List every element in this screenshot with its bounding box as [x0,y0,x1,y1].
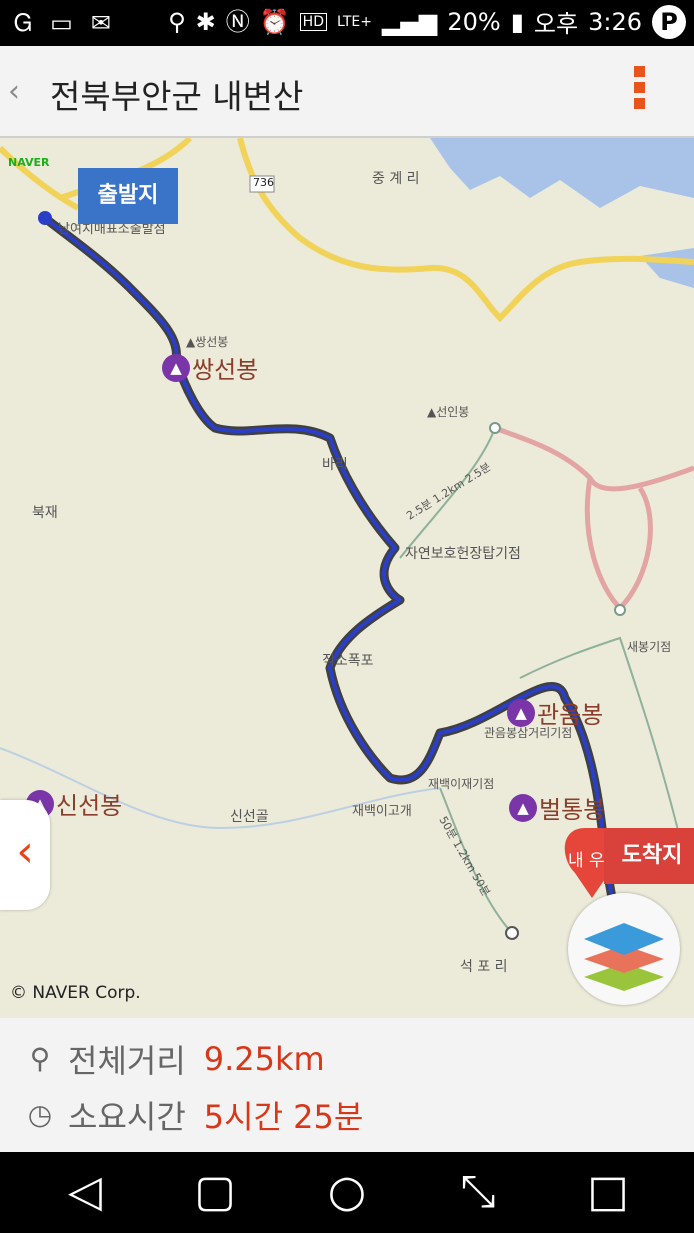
place-label: 내 우 [568,851,605,871]
peak-name: 쌍선봉 [192,356,259,384]
road-number: 736 [253,176,274,189]
peak-name: 관음봉 [537,701,604,729]
trail-pink [584,477,653,612]
nav-collapse-button[interactable]: ⤡ [448,1162,508,1222]
page-title: 전북부안군 내변산 [50,77,304,116]
location-icon: ⚲ [168,7,186,36]
layers-button[interactable] [568,893,680,1005]
place-label: ▲쌍선봉 [186,335,229,349]
layers-icon [584,923,664,991]
place-label: 중 계 리 [372,171,420,187]
alarm-icon: ⏰ [259,7,290,36]
distance-value: 9.25km [203,1040,325,1078]
mountain-icon: ▲ [507,698,535,727]
place-label: 신선골 [230,809,269,825]
trail-node [614,604,626,616]
trail-pink [494,425,694,492]
hd-icon: HD [299,12,327,31]
route-pin-icon: ⚲ [29,1042,51,1075]
place-label: 자연보호헌장탑기점 [405,546,521,562]
place-label: 재백이고개 [352,804,412,819]
p-badge-icon: P [652,4,686,39]
time-label: 소요시간 [68,1098,186,1136]
nfc-icon: Ⓝ [225,7,250,36]
mountain-icon: ▲ [162,353,190,382]
map-copyright: © NAVER Corp. [10,983,141,1003]
time-prefix: 오후 [533,10,579,38]
network-type: LTE+ [336,13,372,30]
start-marker[interactable]: 출발지 [78,168,178,224]
place-label: 석 포 리 [460,959,508,975]
clock: 3:26 [588,7,642,36]
clock-icon: ◷ [27,1098,53,1131]
end-marker[interactable]: 도착지 [604,828,694,884]
status-left-icons: Ꮐ ▭ ✉ [14,6,111,40]
nav-back-button[interactable]: ◁ [55,1162,115,1222]
menu-dot [634,82,645,93]
place-label: 북재 [32,505,58,521]
peak-marker[interactable]: ▲ 벌통봉 [509,790,605,825]
menu-dot [634,66,645,77]
side-panel-toggle-button[interactable]: ‹ [0,800,50,910]
status-bar: Ꮐ ▭ ✉ ⚲ ✱ Ⓝ ⏰ HD LTE+ ▂▄▆ 20% ▮ 오후 3:26 … [0,0,694,46]
back-button[interactable]: ‹ [8,74,20,109]
lake-right [640,248,694,288]
time-value: 5시간 25분 [203,1098,364,1136]
bluetooth-icon: ✱ [195,7,216,36]
peak-marker[interactable]: ▲ 관음봉 [507,695,603,730]
battery-percent: 20% [447,7,501,36]
app-bar: ‹ 전북부안군 내변산 [0,46,694,138]
place-label: 바리 [322,457,348,473]
trail-node [505,926,519,940]
route-summary: ⚲ 전체거리 9.25km ◷ 소요시간 5시간 25분 [0,1018,694,1152]
signal-icon: ▂▄▆ [381,7,438,36]
peak-name: 신선봉 [56,792,123,820]
trail-node [489,422,501,434]
start-point [38,211,52,225]
place-label: 새봉기점 [627,640,672,654]
mountain-icon: ▲ [509,793,537,822]
menu-dot [634,98,645,109]
app-logo-icon: Ꮐ [14,9,33,37]
status-right-icons: ⚲ ✱ Ⓝ ⏰ HD LTE+ ▂▄▆ 20% ▮ 오후 3:26 P [168,4,686,39]
nav-home-button[interactable]: ○ [317,1162,377,1222]
mail-icon: ✉ [90,9,111,37]
map-view[interactable]: NAVER 736 남여치매표소출발점 출발지 중 계 리 ▲쌍선봉 ▲선인봉 … [0,138,694,1018]
nav-square-button[interactable]: □ [578,1162,638,1222]
chevron-left-icon: ‹ [16,826,34,877]
place-label: 재백이재기점 [428,777,495,791]
battery-icon: ▮ [510,7,524,36]
time-row: ◷ 소요시간 5시간 25분 [22,1092,364,1138]
lake [430,138,694,208]
system-nav-bar: ◁ ▢ ○ ⤡ □ [0,1152,694,1233]
peak-name: 벌통봉 [539,796,606,824]
overflow-menu-button[interactable] [630,66,650,118]
peak-marker[interactable]: ▲ 쌍선봉 [162,350,258,385]
map-canvas [0,138,694,940]
place-label: ▲선인봉 [427,405,470,419]
nav-recent-button[interactable]: ▢ [185,1162,245,1222]
distance-label: 전체거리 [68,1042,186,1080]
message-icon: ▭ [50,9,73,37]
place-label: 직소폭포 [322,653,374,669]
distance-row: ⚲ 전체거리 9.25km [22,1036,325,1082]
naver-logo: NAVER [8,156,50,169]
